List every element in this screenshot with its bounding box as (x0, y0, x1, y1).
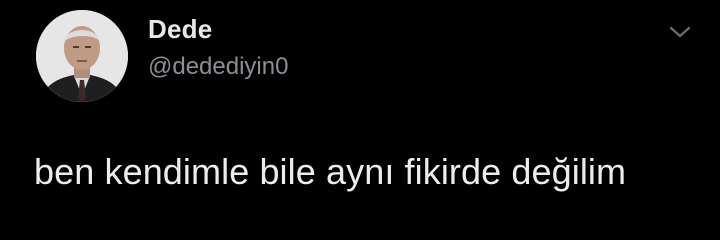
chevron-down-icon (669, 26, 691, 38)
author-display-name[interactable]: Dede (148, 13, 212, 45)
tweet-card: Dede @dedediyin0 ben kendimle bile aynı … (0, 0, 720, 240)
more-options-button[interactable] (662, 18, 698, 46)
profile-photo-icon (36, 10, 128, 102)
avatar[interactable] (36, 10, 128, 102)
author-handle[interactable]: @dedediyin0 (148, 52, 288, 82)
tweet-text: ben kendimle bile aynı fikirde değilim (34, 151, 627, 192)
